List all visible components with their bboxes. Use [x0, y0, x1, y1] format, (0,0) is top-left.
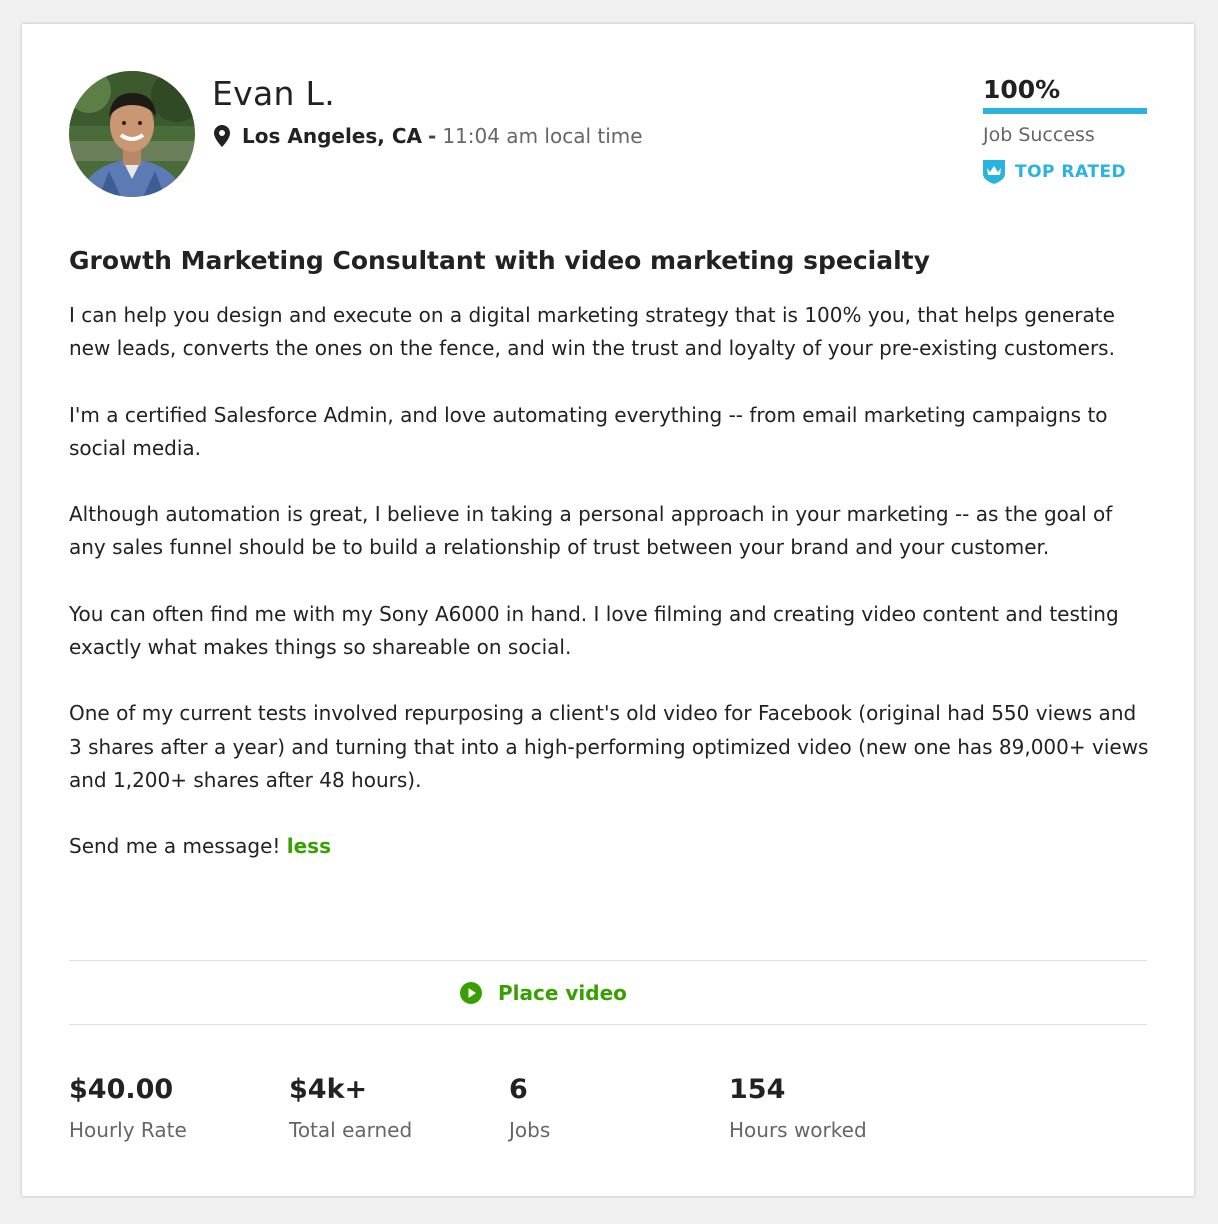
local-time: 11:04 am local time — [442, 124, 643, 148]
stat-label: Hourly Rate — [69, 1118, 187, 1142]
job-success-panel: 100% Job Success TOP RATED — [983, 74, 1147, 184]
stat-total-earned: $4k+ Total earned — [289, 1072, 412, 1142]
stat-value: $4k+ — [289, 1074, 368, 1105]
divider-top — [69, 960, 1147, 961]
less-link[interactable]: less — [287, 834, 331, 858]
overview-paragraph: One of my current tests involved repurpo… — [69, 701, 1149, 792]
stat-label: Total earned — [289, 1118, 413, 1142]
place-video-button[interactable]: Place video — [459, 981, 627, 1005]
top-rated-badge[interactable]: TOP RATED — [983, 160, 1147, 184]
location-pin-icon — [214, 125, 230, 147]
overview-paragraph: I'm a certified Salesforce Admin, and lo… — [69, 402, 1108, 460]
location-separator: - — [428, 124, 437, 148]
stat-value: $40.00 — [69, 1074, 174, 1105]
stat-label: Jobs — [509, 1118, 551, 1142]
top-rated-shield-icon — [983, 160, 1005, 184]
stat-value: 6 — [509, 1074, 528, 1105]
location-line: Los Angeles, CA - 11:04 am local time — [214, 124, 643, 148]
stat-value: 154 — [729, 1074, 786, 1105]
divider-bottom — [69, 1024, 1147, 1025]
job-success-percent: 100% — [983, 75, 1061, 104]
job-success-bar — [983, 108, 1147, 114]
stat-jobs: 6 Jobs — [509, 1072, 550, 1142]
avatar[interactable] — [69, 71, 195, 197]
play-circle-icon — [460, 982, 482, 1004]
top-rated-label: TOP RATED — [1015, 162, 1127, 182]
stat-label: Hours worked — [729, 1118, 867, 1142]
place-video-label: Place video — [498, 981, 627, 1005]
job-success-label: Job Success — [983, 124, 1095, 146]
stat-hours-worked: 154 Hours worked — [729, 1072, 867, 1142]
profile-overview: I can help you design and execute on a d… — [69, 299, 1149, 863]
profile-card: Evan L. Los Angeles, CA - 11:04 am local… — [22, 24, 1194, 1196]
location-city: Los Angeles, CA — [242, 124, 422, 148]
avatar-image — [69, 71, 195, 197]
overview-closing-line: Send me a message! less — [69, 830, 1149, 863]
job-success-bar-fill — [983, 108, 1147, 114]
stat-hourly-rate: $40.00 Hourly Rate — [69, 1072, 187, 1142]
overview-paragraph: Although automation is great, I believe … — [69, 502, 1113, 560]
profile-title: Growth Marketing Consultant with video m… — [69, 246, 930, 275]
profile-name: Evan L. — [212, 74, 335, 113]
overview-paragraph: I can help you design and execute on a d… — [69, 303, 1115, 361]
overview-closing: Send me a message! — [69, 834, 281, 859]
overview-paragraph: You can often find me with my Sony A6000… — [69, 601, 1119, 659]
